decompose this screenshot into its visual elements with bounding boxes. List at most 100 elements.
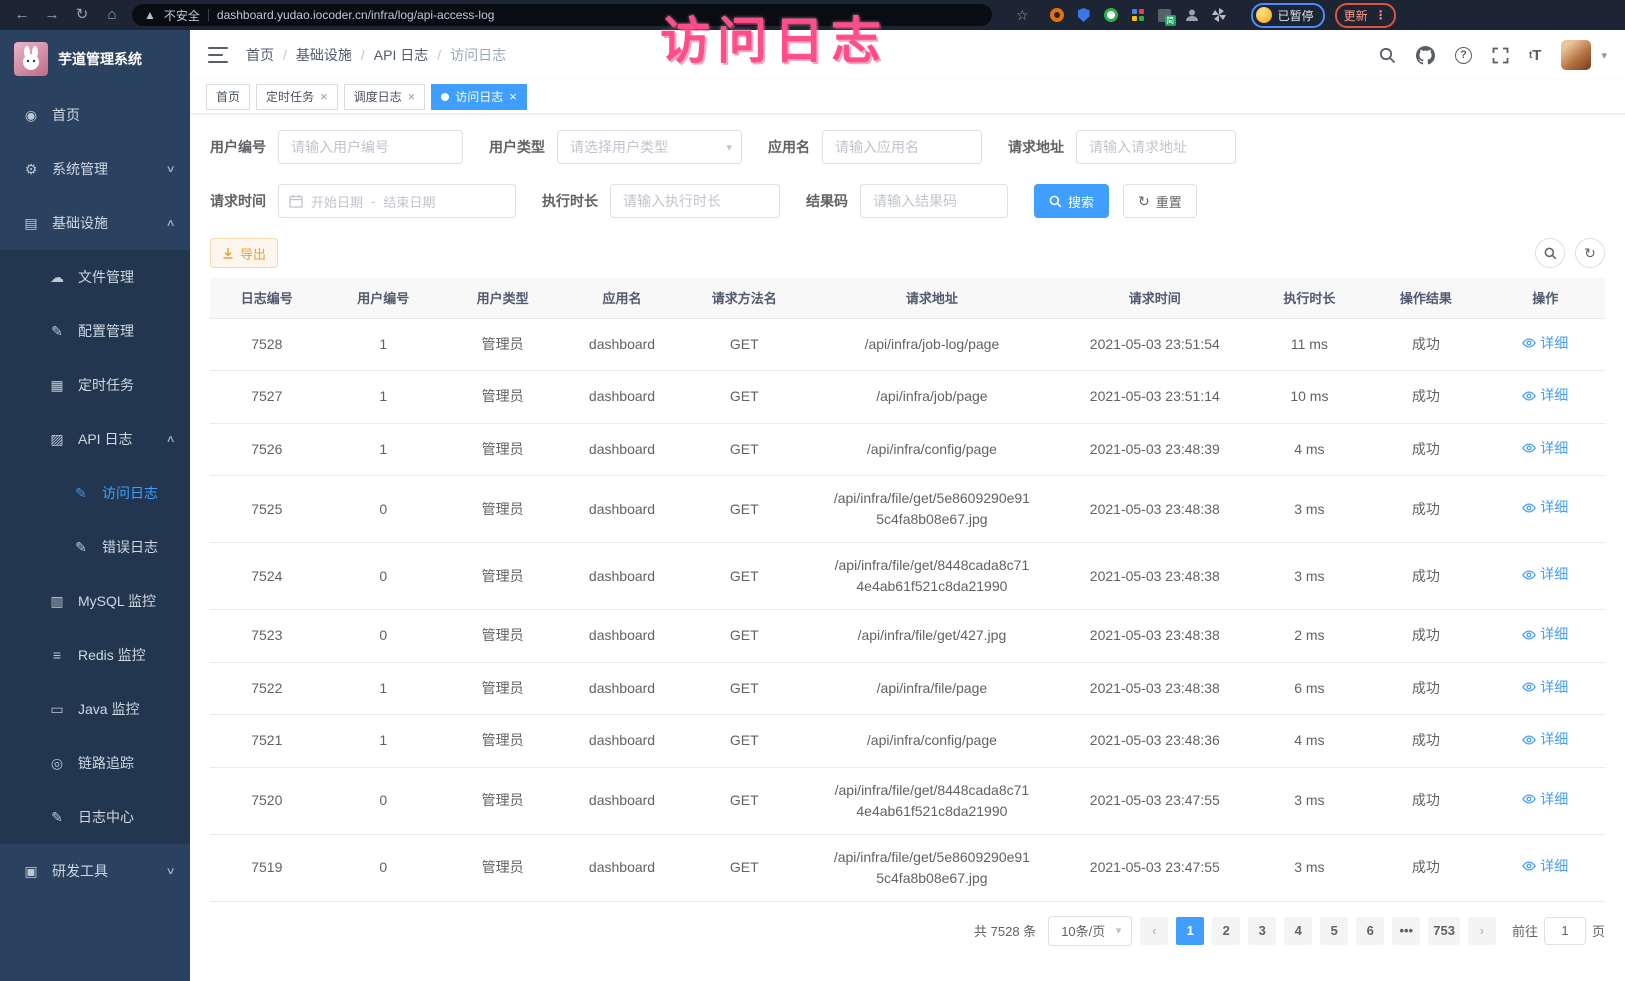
extension-donut-icon[interactable]: [1049, 7, 1065, 23]
request-url-input[interactable]: [1076, 130, 1236, 164]
sidebar-item-日志中心[interactable]: ✎日志中心: [0, 790, 190, 844]
page-button-753[interactable]: 753: [1428, 917, 1460, 945]
sidebar-item-链路追踪[interactable]: ◎链路追踪: [0, 736, 190, 790]
sidebar-item-配置管理[interactable]: ✎配置管理: [0, 304, 190, 358]
sidebar-item-API 日志[interactable]: ▨API 日志∧: [0, 412, 190, 466]
sidebar-item-访问日志[interactable]: ✎访问日志: [0, 466, 190, 520]
page-button-1[interactable]: 1: [1176, 917, 1204, 945]
detail-link[interactable]: 详细: [1522, 624, 1568, 645]
sidebar-item-Java 监控[interactable]: ▭Java 监控: [0, 682, 190, 736]
reset-button[interactable]: ↻ 重置: [1123, 184, 1197, 218]
detail-link[interactable]: 详细: [1522, 333, 1568, 354]
tag-首页[interactable]: 首页: [206, 84, 250, 110]
export-button-label: 导出: [240, 244, 266, 263]
page-button-5[interactable]: 5: [1320, 917, 1348, 945]
sidebar-item-研发工具[interactable]: ▣研发工具∨: [0, 844, 190, 898]
search-button[interactable]: 搜索: [1034, 184, 1109, 218]
extension-shield-icon[interactable]: [1076, 7, 1092, 23]
sidebar-item-错误日志[interactable]: ✎错误日志: [0, 520, 190, 574]
cell-请求时间: 2021-05-03 23:51:54: [1057, 318, 1253, 371]
page-button-2[interactable]: 2: [1212, 917, 1240, 945]
browser-update-button[interactable]: 更新 ⋮: [1335, 3, 1396, 28]
close-icon[interactable]: ×: [320, 90, 328, 103]
close-icon[interactable]: ×: [509, 90, 517, 103]
duration-input[interactable]: [610, 184, 780, 218]
sidebar-item-label: 链路追踪: [78, 753, 134, 773]
detail-link[interactable]: 详细: [1522, 729, 1568, 750]
sidebar-item-Redis 监控[interactable]: ≡Redis 监控: [0, 628, 190, 682]
detail-link[interactable]: 详细: [1522, 438, 1568, 459]
home-icon[interactable]: ⌂: [102, 0, 122, 30]
github-icon[interactable]: [1416, 46, 1435, 65]
cell-actions: 详细: [1486, 610, 1605, 663]
browser-menu-icon[interactable]: ⋮: [1375, 8, 1387, 22]
breadcrumb-item[interactable]: 首页: [246, 45, 274, 65]
fullscreen-icon[interactable]: [1492, 47, 1509, 64]
refresh-icon: ↻: [1584, 245, 1596, 262]
date-range-picker[interactable]: 开始日期 - 结束日期: [278, 184, 516, 218]
sidebar-item-定时任务[interactable]: ▦定时任务: [0, 358, 190, 412]
toggle-search-button[interactable]: [1535, 238, 1565, 268]
extension-grid-icon[interactable]: [1130, 7, 1146, 23]
sidebar-item-基础设施[interactable]: ▤基础设施∧: [0, 196, 190, 250]
page-button-3[interactable]: 3: [1248, 917, 1276, 945]
tag-调度日志[interactable]: 调度日志×: [344, 84, 426, 110]
next-page-button[interactable]: ›: [1468, 917, 1496, 945]
sidebar-logo[interactable]: 芋道管理系统: [0, 30, 190, 88]
goto-page-input[interactable]: [1544, 917, 1586, 945]
detail-link[interactable]: 详细: [1522, 497, 1568, 518]
breadcrumb-item[interactable]: API 日志: [374, 45, 428, 65]
detail-link[interactable]: 详细: [1522, 385, 1568, 406]
chevron-down-icon[interactable]: ▾: [1601, 49, 1607, 62]
result-code-input[interactable]: [860, 184, 1008, 218]
forward-icon[interactable]: →: [42, 0, 62, 30]
tag-访问日志[interactable]: 访问日志×: [431, 84, 527, 110]
extension-green-circle-icon[interactable]: [1103, 7, 1119, 23]
column-header-执行时长: 执行时长: [1253, 278, 1367, 318]
page-button-6[interactable]: 6: [1356, 917, 1384, 945]
export-button[interactable]: 导出: [210, 238, 278, 268]
cell-用户编号: 0: [324, 834, 443, 901]
page-size-value: 10条/页: [1061, 921, 1105, 940]
reload-icon[interactable]: ↻: [72, 0, 92, 30]
detail-link[interactable]: 详细: [1522, 856, 1568, 877]
breadcrumb-item[interactable]: 基础设施: [296, 45, 352, 65]
page-size-select[interactable]: 10条/页 ▾: [1048, 916, 1132, 946]
sidebar-item-文件管理[interactable]: ☁文件管理: [0, 250, 190, 304]
table-row: 75221管理员dashboardGET/api/infra/file/page…: [210, 662, 1605, 715]
extension-badge: 简: [1165, 15, 1176, 26]
app-name-input[interactable]: [822, 130, 982, 164]
more-pages-button[interactable]: •••: [1392, 917, 1420, 945]
search-icon: [1049, 195, 1062, 208]
tag-定时任务[interactable]: 定时任务×: [256, 84, 338, 110]
main-area: 首页/基础设施/API 日志/访问日志 ? tT ▾ 首页定时任务×调度日志×访…: [190, 30, 1625, 981]
user-avatar[interactable]: [1561, 40, 1591, 70]
bookmark-star-icon[interactable]: ☆: [1016, 7, 1029, 24]
address-bar[interactable]: ▲ 不安全 dashboard.yudao.iocoder.cn/infra/l…: [132, 4, 992, 26]
refresh-table-button[interactable]: ↻: [1575, 238, 1605, 268]
detail-link[interactable]: 详细: [1522, 677, 1568, 698]
browser-profile-button[interactable]: 已暂停: [1251, 3, 1325, 28]
page-button-4[interactable]: 4: [1284, 917, 1312, 945]
extension-pinwheel-icon[interactable]: [1211, 7, 1227, 23]
column-header-日志编号: 日志编号: [210, 278, 324, 318]
sidebar-item-MySQL 监控[interactable]: ▥MySQL 监控: [0, 574, 190, 628]
extension-person-icon[interactable]: [1184, 7, 1200, 23]
detail-link[interactable]: 详细: [1522, 564, 1568, 585]
java-icon: ▭: [48, 701, 66, 718]
detail-link[interactable]: 详细: [1522, 789, 1568, 810]
back-icon[interactable]: ←: [12, 0, 32, 30]
prev-page-button[interactable]: ‹: [1140, 917, 1168, 945]
search-icon[interactable]: [1379, 47, 1396, 64]
user-id-input[interactable]: [278, 130, 463, 164]
close-icon[interactable]: ×: [408, 90, 416, 103]
user-type-select[interactable]: [557, 130, 742, 164]
extension-translate-icon[interactable]: 简: [1157, 7, 1173, 23]
sidebar-item-首页[interactable]: ◉首页: [0, 88, 190, 142]
goto-unit: 页: [1592, 921, 1605, 940]
font-size-icon[interactable]: tT: [1529, 47, 1542, 64]
eye-icon: [1522, 568, 1536, 582]
docs-help-icon[interactable]: ?: [1455, 47, 1472, 64]
sidebar-toggle-icon[interactable]: [208, 47, 228, 63]
sidebar-item-系统管理[interactable]: ⚙系统管理∨: [0, 142, 190, 196]
